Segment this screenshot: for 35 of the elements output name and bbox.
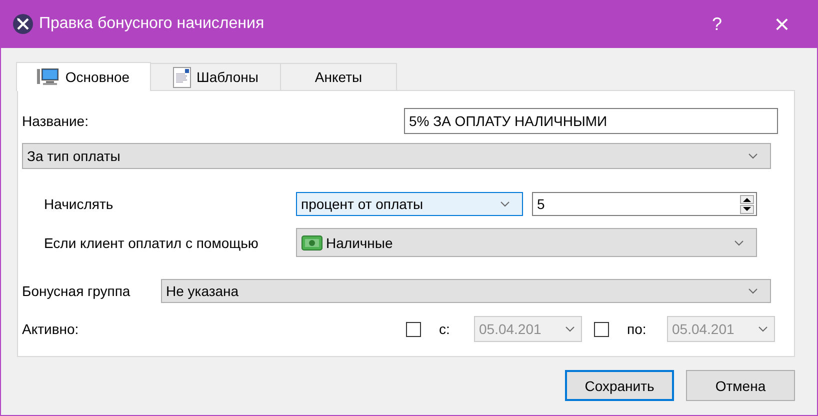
date-label: по: (627, 321, 648, 337)
window-title: Правка бонусного начисления (39, 15, 266, 33)
accrue-label: Начислять (44, 196, 114, 212)
chevron-down-icon (565, 326, 575, 332)
save-button[interactable]: Сохранить (565, 370, 674, 401)
accrue-mode-dropdown[interactable]: процент от оплаты (296, 192, 523, 216)
chevron-down-icon (500, 201, 510, 207)
payment-label: Если клиент оплатил с помощью (44, 234, 260, 250)
chevron-down-icon (748, 288, 758, 294)
tab[interactable]: Анкеты (280, 63, 397, 90)
amount-spin-field[interactable]: 5 (532, 192, 757, 216)
help-button[interactable]: ? (687, 14, 747, 34)
spin-up-icon[interactable] (740, 194, 754, 204)
tab[interactable]: Шаблоны (150, 63, 281, 90)
payment-type-dropdown[interactable]: За тип оплаты (22, 143, 771, 169)
payment-method-dropdown[interactable]: Наличные (296, 228, 757, 257)
bonus-group-dropdown[interactable]: Не указана (161, 279, 771, 303)
date-picker: 05.04.201 (667, 316, 775, 342)
chevron-down-icon (748, 153, 758, 159)
cancel-button[interactable]: Отмена (686, 370, 795, 401)
monitor-icon (37, 68, 60, 86)
cash-icon (301, 234, 323, 252)
tools-icon (13, 14, 33, 34)
spin-down-icon[interactable] (740, 204, 754, 214)
close-button[interactable]: × (747, 8, 817, 40)
chevron-down-icon (734, 240, 744, 246)
document-icon (172, 66, 191, 88)
date-picker: 05.04.201 (474, 316, 582, 342)
group-label: Бонусная группа (22, 283, 132, 299)
date-label: с: (439, 321, 451, 337)
name-field[interactable]: 5% ЗА ОПЛАТУ НАЛИЧНЫМИ (404, 108, 778, 134)
active-label: Активно: (22, 321, 80, 337)
chevron-down-icon (758, 326, 768, 332)
name-label: Название: (22, 113, 88, 129)
tab[interactable]: Основное (16, 62, 151, 91)
